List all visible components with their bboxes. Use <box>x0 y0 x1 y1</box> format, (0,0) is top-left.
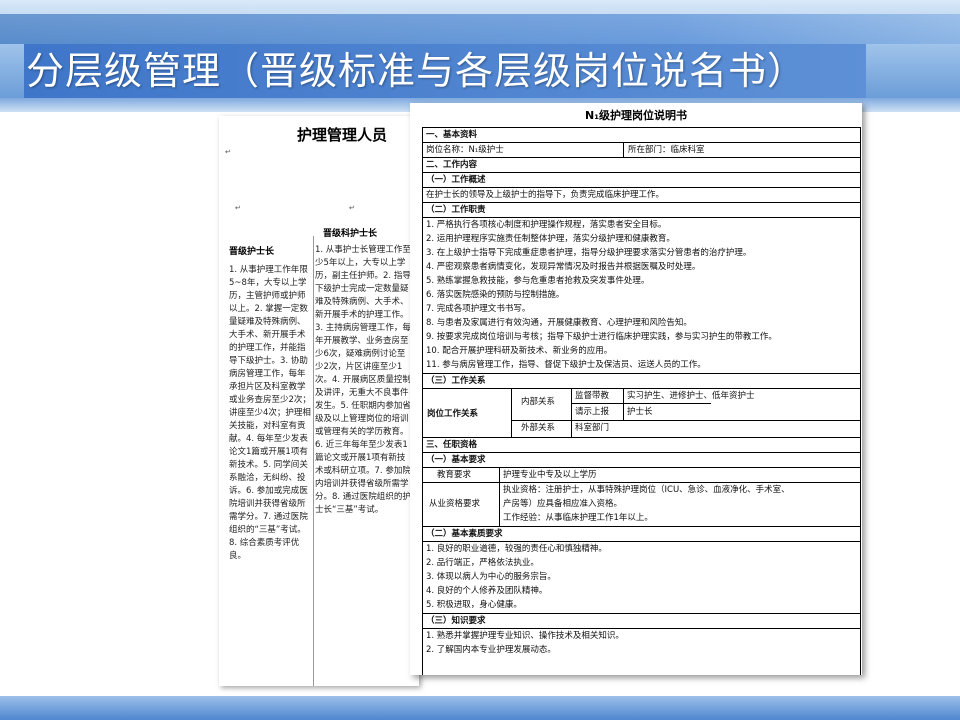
qual-value-3: 工作经验：从事临床护理工作1年以上。 <box>503 513 653 523</box>
paragraph-mark: ↵ <box>349 204 355 212</box>
row-education: 教育要求 护理专业中专及以上学历 <box>423 468 860 483</box>
req-basic: （一）基本要求 <box>423 453 860 468</box>
cell-divider <box>499 468 500 527</box>
duty-item: 5. 熟练掌握急救技能，参与危重患者抢救及突发事件处理。 <box>426 276 650 286</box>
duty-item: 9. 按要求完成岗位培训与考核；指导下级护士进行临床护理实践，参与实习护生的带教… <box>426 332 777 342</box>
knowledge-item: 1. 熟悉并掌握护理专业知识、操作技术及相关知识。 <box>426 631 624 641</box>
right-document-title: N₁级护理岗位说明书 <box>584 109 688 122</box>
duty-item: 4. 严密观察患者病情变化，发现异常情况及时报告并根据医嘱及时处理。 <box>426 262 701 272</box>
slide-title: 分层级管理（晋级标准与各层级岗位说名书） <box>26 49 807 93</box>
knowledge-list: 1. 熟悉并掌握护理专业知识、操作技术及相关知识。 2. 了解国内本专业护理发展… <box>423 629 860 657</box>
qual-label: 从业资格要求 <box>429 499 481 509</box>
left-document-title: 护理管理人员 <box>297 126 388 144</box>
paragraph-mark: ↵ <box>235 204 241 212</box>
sub-duties: （二）工作职责 <box>423 203 860 218</box>
duty-item: 6. 落实医院感染的预防与控制措施。 <box>426 290 565 300</box>
slide-header-stripe <box>0 14 960 44</box>
quality-item: 1. 良好的职业道德，较强的责任心和慎独精神。 <box>426 544 607 554</box>
report-up-label: 请示上报 <box>575 407 610 417</box>
qual-value-2: 产房等）应具备相应准入资格。 <box>503 499 623 509</box>
job-description-table: 一、基本资料 岗位名称：N₁级护士 所在部门：临床科室 二、工作内容 （一）工作… <box>422 127 861 675</box>
duty-item: 3. 在上级护士指导下完成重症患者护理，指导分级护理要求落实分管患者的治疗护理。 <box>426 248 752 258</box>
qualities-list: 1. 良好的职业道德，较强的责任心和慎独精神。 2. 品行端正，严格依法执业。 … <box>423 542 860 614</box>
duty-item: 1. 严格执行各项核心制度和护理操作规程，落实患者安全目标。 <box>426 220 667 230</box>
duty-item: 2. 运用护理程序实施责任制整体护理，落实分级护理和健康教育。 <box>426 234 675 244</box>
edu-label: 教育要求 <box>437 470 472 480</box>
external-label: 外部关系 <box>521 423 556 433</box>
section-qualifications: 三、任职资格 <box>423 438 860 453</box>
section-basic-info: 一、基本资料 <box>423 128 860 143</box>
qual-value-1: 执业资格：注册护士，从事特殊护理岗位（ICU、急诊、血液净化、手术室、 <box>503 485 790 495</box>
duty-item: 10. 配合开展护理科研及新技术、新业务的应用。 <box>426 346 613 356</box>
quality-item: 2. 品行端正，严格依法执业。 <box>426 558 539 568</box>
row-position: 岗位名称：N₁级护士 所在部门：临床科室 <box>423 143 860 158</box>
duties-list: 1. 严格执行各项核心制度和护理操作规程，落实患者安全目标。 2. 运用护理程序… <box>423 218 860 374</box>
left-document-page: 护理管理人员 ↵ ↵ ↵ 晋级护士长 1. 从事护理工作年限5~8年，大专以上学… <box>219 116 419 686</box>
slide-footer-band <box>0 696 960 720</box>
internal-label: 内部关系 <box>521 397 556 407</box>
cell-divider <box>571 403 711 404</box>
dept-label: 所在部门：临床科室 <box>628 145 705 155</box>
row-qualification: 从业资格要求 执业资格：注册护士，从事特殊护理岗位（ICU、急诊、血液净化、手术… <box>423 483 860 527</box>
quality-item: 4. 良好的个人修养及团队精神。 <box>426 586 548 596</box>
duty-item: 7. 完成各项护理文书书写。 <box>426 304 531 314</box>
cell-divider <box>511 420 860 421</box>
column-header-dept-head-nurse: 晋级科护士长 <box>323 229 378 239</box>
knowledge-item: 2. 了解国内本专业护理发展动态。 <box>426 645 556 655</box>
overview-text: 在护士长的领导及上级护士的指导下，负责完成临床护理工作。 <box>423 188 860 203</box>
right-document-page: N₁级护理岗位说明书 一、基本资料 岗位名称：N₁级护士 所在部门：临床科室 二… <box>410 103 862 675</box>
external-value: 科室部门 <box>575 423 610 433</box>
section-work-content: 二、工作内容 <box>423 158 860 173</box>
duty-item: 8. 与患者及家属进行有效沟通，开展健康教育、心理护理和风险告知。 <box>426 318 692 328</box>
paragraph-mark: ↵ <box>225 148 231 156</box>
cell-divider <box>623 143 624 158</box>
supervise-label: 监督带教 <box>575 391 610 401</box>
req-qualities: （二）基本素质要求 <box>423 527 860 542</box>
column-text-head-nurse: 1. 从事护理工作年限5~8年，大专以上学历，主管护师或护师以上。2. 掌握一定… <box>229 265 311 561</box>
relation-label: 岗位工作关系 <box>427 409 479 419</box>
cell-divider <box>511 389 512 438</box>
supervise-value: 实习护生、进修护士、低年资护士 <box>627 391 755 401</box>
quality-item: 3. 体现以病人为中心的服务宗旨。 <box>426 572 556 582</box>
column-header-head-nurse: 晋级护士长 <box>229 247 275 257</box>
req-knowledge: （三）知识要求 <box>423 614 860 629</box>
duty-item: 11. 参与病房管理工作，指导、督促下级护士及保洁员、运送人员的工作。 <box>426 360 706 370</box>
edu-value: 护理专业中专及以上学历 <box>503 470 597 480</box>
sub-overview: （一）工作概述 <box>423 173 860 188</box>
cell-divider <box>623 389 624 420</box>
quality-item: 5. 积极进取，身心健康。 <box>426 600 522 610</box>
position-label: 岗位名称：N₁级护士 <box>426 145 504 155</box>
column-text-dept-head-nurse: 1. 从事护士长管理工作至少5年以上，大专以上学历，副主任护师。2. 指导下级护… <box>315 245 411 515</box>
sub-relations: （三）工作关系 <box>423 374 860 389</box>
column-divider <box>313 236 314 686</box>
cell-divider <box>571 389 572 438</box>
report-up-value: 护士长 <box>627 407 653 417</box>
